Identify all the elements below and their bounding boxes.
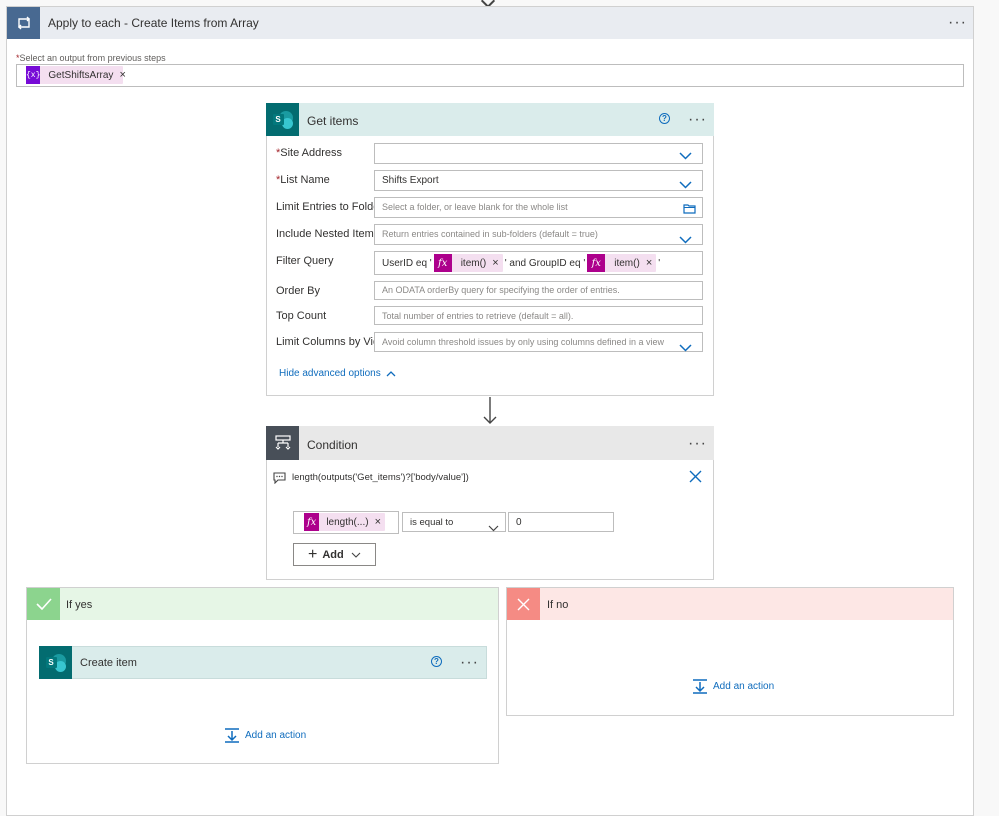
help-icon[interactable]: ? bbox=[659, 113, 670, 124]
filter-query-content: UserID eq ' fx item() × ' and GroupID eq… bbox=[382, 254, 660, 272]
remove-token-icon[interactable]: × bbox=[119, 69, 125, 81]
get-items-title: Get items bbox=[307, 114, 359, 128]
remove-token-icon[interactable]: × bbox=[646, 257, 652, 269]
order-by-label: Order By bbox=[276, 285, 321, 297]
add-action-icon bbox=[225, 728, 239, 743]
add-action-link[interactable]: Add an action bbox=[692, 679, 774, 694]
getshiftsarray-token[interactable]: {x} GetShiftsArray × bbox=[26, 66, 126, 84]
add-label: Add bbox=[322, 548, 344, 561]
select-output-label: *Select an output from previous steps bbox=[16, 53, 166, 63]
condition-icon bbox=[266, 426, 299, 460]
add-action-icon bbox=[693, 679, 707, 694]
filter-text-2: ' and GroupID eq ' bbox=[504, 257, 586, 269]
chevron-down-icon[interactable] bbox=[488, 519, 499, 537]
more-options-icon[interactable]: ··· bbox=[688, 436, 707, 452]
token-label: GetShiftsArray bbox=[48, 69, 114, 81]
chevron-down-icon[interactable] bbox=[679, 339, 692, 357]
more-options-icon[interactable]: ··· bbox=[460, 655, 479, 671]
filter-text-1: UserID eq ' bbox=[382, 257, 432, 269]
operator-value: is equal to bbox=[410, 517, 454, 528]
if-no-header bbox=[507, 588, 953, 620]
chevron-down-icon[interactable] bbox=[679, 176, 692, 194]
remove-token-icon[interactable]: × bbox=[492, 257, 498, 269]
filter-query-label: Filter Query bbox=[276, 255, 334, 267]
variable-icon: {x} bbox=[26, 66, 41, 84]
comment-icon bbox=[273, 471, 286, 489]
hide-advanced-label: Hide advanced options bbox=[279, 368, 381, 379]
length-token[interactable]: fx length(...) × bbox=[304, 513, 385, 531]
fx-icon: fx bbox=[587, 254, 606, 272]
close-icon[interactable] bbox=[689, 470, 702, 488]
select-output-field[interactable] bbox=[16, 64, 964, 87]
limit-view-placeholder: Avoid column threshold issues by only us… bbox=[382, 337, 664, 347]
item-token[interactable]: fx item() × bbox=[587, 254, 657, 272]
right-operand-value: 0 bbox=[516, 517, 522, 528]
hide-advanced-options-link[interactable]: Hide advanced options bbox=[279, 368, 396, 379]
sharepoint-icon: S bbox=[39, 646, 72, 679]
check-icon bbox=[27, 588, 60, 620]
token-label: item() bbox=[614, 257, 640, 269]
if-yes-header bbox=[27, 588, 498, 620]
add-action-link[interactable]: Add an action bbox=[224, 728, 306, 743]
site-address-label: *Site Address bbox=[276, 147, 343, 159]
order-by-placeholder: An ODATA orderBy query for specifying th… bbox=[382, 285, 620, 295]
top-count-placeholder: Total number of entries to retrieve (def… bbox=[382, 311, 574, 321]
chevron-down-icon bbox=[351, 552, 361, 558]
nested-items-placeholder: Return entries contained in sub-folders … bbox=[382, 229, 598, 239]
filter-text-3: ' bbox=[658, 257, 661, 269]
loop-icon bbox=[7, 7, 40, 39]
plus-icon: + bbox=[308, 545, 318, 563]
more-options-icon[interactable]: ··· bbox=[688, 112, 707, 128]
item-token[interactable]: fx item() × bbox=[433, 254, 503, 272]
site-address-dropdown[interactable] bbox=[374, 143, 703, 164]
fx-icon: fx bbox=[433, 254, 452, 272]
token-label: item() bbox=[460, 257, 487, 269]
condition-right-operand[interactable] bbox=[508, 512, 614, 532]
add-action-label: Add an action bbox=[713, 681, 775, 692]
top-count-label: Top Count bbox=[276, 310, 327, 322]
help-icon[interactable]: ? bbox=[431, 656, 442, 667]
fx-icon: fx bbox=[304, 513, 320, 531]
chevron-down-icon[interactable] bbox=[679, 231, 692, 249]
limit-view-label: Limit Columns by View bbox=[276, 336, 388, 348]
token-label: length(...) bbox=[326, 516, 369, 528]
condition-title: Condition bbox=[307, 438, 358, 452]
limit-folder-label: Limit Entries to Folder bbox=[276, 201, 383, 213]
create-item-title: Create item bbox=[80, 657, 137, 669]
list-name-value: Shifts Export bbox=[382, 175, 439, 186]
nested-items-label: Include Nested Items bbox=[276, 228, 380, 240]
if-no-title: If no bbox=[547, 599, 569, 611]
sharepoint-icon: S bbox=[266, 103, 299, 136]
x-icon bbox=[507, 588, 540, 620]
chevron-up-icon bbox=[386, 370, 396, 376]
more-options-icon[interactable]: ··· bbox=[948, 15, 967, 31]
limit-folder-placeholder: Select a folder, or leave blank for the … bbox=[382, 202, 568, 212]
chevron-down-icon[interactable] bbox=[679, 147, 692, 165]
folder-icon[interactable] bbox=[683, 201, 696, 219]
list-name-label: *List Name bbox=[276, 174, 330, 186]
condition-expression: length(outputs('Get_items')?['body/value… bbox=[292, 472, 469, 483]
if-yes-title: If yes bbox=[66, 599, 93, 611]
apply-to-each-title: Apply to each - Create Items from Array bbox=[48, 16, 259, 30]
add-button[interactable]: + Add bbox=[293, 543, 376, 566]
remove-token-icon[interactable]: × bbox=[375, 516, 381, 528]
add-action-label: Add an action bbox=[245, 730, 307, 741]
